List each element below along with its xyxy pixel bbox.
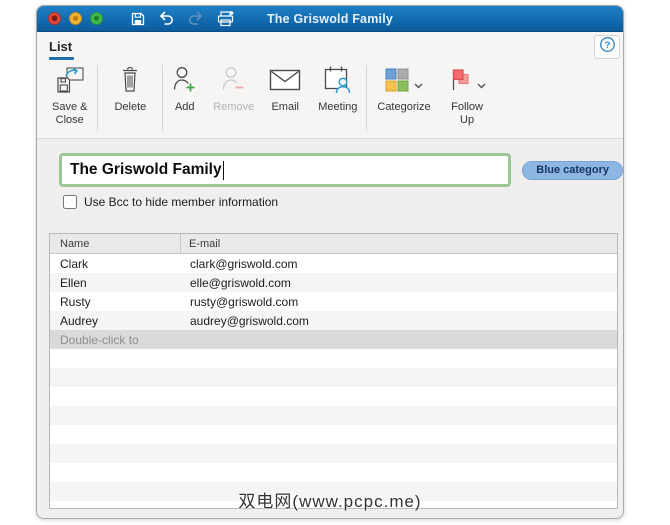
member-row[interactable]: Rusty rusty@griswold.com	[50, 292, 617, 311]
members-table: Name E-mail Clark clark@griswold.com Ell…	[49, 233, 618, 509]
empty-row	[50, 406, 617, 425]
zoom-window-button[interactable]	[90, 12, 103, 25]
undo-icon[interactable]	[158, 11, 175, 26]
close-window-button[interactable]	[48, 12, 61, 25]
print-icon[interactable]	[216, 10, 235, 27]
follow-up-button[interactable]: Follow Up	[441, 63, 494, 127]
empty-row	[50, 425, 617, 444]
button-label: Email	[271, 101, 299, 113]
email-button[interactable]: Email	[261, 63, 309, 114]
member-row[interactable]: Audrey audrey@griswold.com	[50, 311, 617, 330]
trash-icon	[118, 65, 142, 100]
help-button[interactable]: ?	[594, 35, 620, 59]
button-label: Up	[460, 114, 475, 127]
save-close-button[interactable]: Save & Close	[42, 63, 97, 127]
empty-row	[50, 349, 617, 368]
titlebar: The Griswold Family	[37, 6, 623, 32]
content-area: The Griswold Family Blue category Use Bc…	[37, 139, 623, 518]
list-name-value: The Griswold Family	[70, 161, 222, 178]
flag-icon	[449, 67, 473, 98]
calendar-person-icon	[323, 65, 352, 99]
member-row[interactable]: Clark clark@griswold.com	[50, 254, 617, 273]
button-label: Follow	[451, 101, 483, 113]
empty-row	[50, 444, 617, 463]
member-row[interactable]: Ellen elle@griswold.com	[50, 273, 617, 292]
member-email-cell: audrey@griswold.com	[190, 313, 309, 328]
chevron-down-icon	[477, 76, 486, 94]
table-header: Name E-mail	[50, 234, 617, 254]
empty-row	[50, 463, 617, 482]
help-icon: ?	[599, 36, 616, 58]
member-rows: Clark clark@griswold.com Ellen elle@gris…	[50, 254, 617, 330]
redo-icon[interactable]	[187, 11, 204, 26]
empty-row	[50, 387, 617, 406]
person-add-icon	[172, 65, 197, 99]
add-member-button[interactable]: Add	[163, 63, 206, 114]
column-header-name[interactable]: Name	[50, 234, 181, 253]
svg-text:?: ?	[604, 40, 610, 51]
button-label: Delete	[114, 101, 147, 113]
meeting-button[interactable]: Meeting	[309, 63, 366, 114]
member-email-cell: elle@griswold.com	[190, 275, 291, 290]
button-label: Close	[55, 114, 84, 127]
member-name-cell: Rusty	[60, 294, 91, 309]
ribbon: List ? Save & Close Delete Add Remove Em…	[37, 32, 623, 139]
save-close-icon	[54, 65, 86, 100]
categorize-icon	[384, 67, 410, 98]
minimize-window-button[interactable]	[69, 12, 82, 25]
list-name-input[interactable]: The Griswold Family	[59, 153, 512, 187]
category-badge[interactable]: Blue category	[522, 160, 623, 180]
member-name-cell: Ellen	[60, 275, 87, 290]
chevron-down-icon	[414, 76, 423, 94]
empty-row	[50, 482, 617, 501]
member-name-cell: Audrey	[60, 313, 99, 328]
add-member-placeholder-row[interactable]: Double-click to	[50, 330, 617, 349]
empty-row	[50, 368, 617, 387]
toolbar: Save & Close Delete Add Remove Email Mee…	[42, 63, 494, 131]
window-title: The Griswold Family	[266, 11, 394, 26]
outlook-list-window: The Griswold Family List ? Save &Close	[36, 5, 624, 519]
empty-row	[50, 501, 617, 508]
tab-list[interactable]: List	[49, 39, 72, 54]
categorize-button[interactable]: Categorize	[367, 63, 440, 114]
button-label: Categorize	[377, 101, 431, 113]
delete-button[interactable]: Delete	[98, 63, 162, 114]
button-label: Remove	[213, 101, 255, 113]
member-email-cell: clark@griswold.com	[190, 256, 298, 271]
empty-rows	[50, 349, 617, 508]
traffic-lights	[48, 12, 103, 25]
text-caret	[222, 160, 225, 180]
person-remove-icon	[221, 65, 246, 99]
column-header-email[interactable]: E-mail	[181, 234, 617, 253]
bcc-checkbox[interactable]	[63, 195, 77, 209]
tab-active-underline	[49, 57, 74, 60]
button-label: Add	[174, 101, 195, 113]
bcc-checkbox-label: Use Bcc to hide member information	[84, 195, 279, 209]
button-label: Meeting	[318, 101, 358, 113]
remove-member-button: Remove	[206, 63, 261, 114]
member-name-cell: Clark	[60, 256, 89, 271]
button-label: Save &	[52, 101, 88, 113]
member-email-cell: rusty@griswold.com	[190, 294, 299, 309]
save-icon[interactable]	[130, 11, 146, 27]
envelope-icon	[269, 69, 301, 96]
